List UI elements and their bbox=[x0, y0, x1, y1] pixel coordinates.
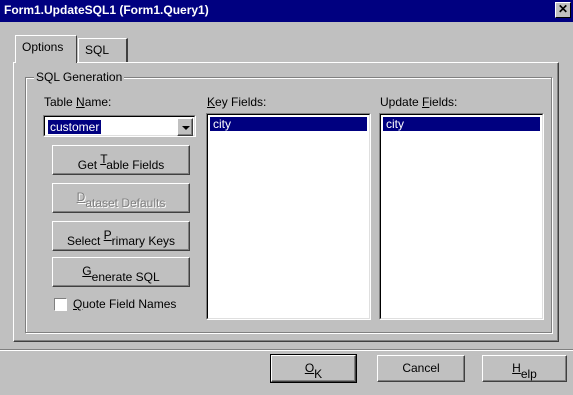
update-fields-label: Update Fields: bbox=[380, 95, 458, 109]
tab-options[interactable]: Options bbox=[15, 35, 77, 63]
help-button[interactable]: Help bbox=[482, 355, 567, 382]
window-title: Form1.UpdateSQL1 (Form1.Query1) bbox=[4, 3, 209, 17]
ok-button[interactable]: OK bbox=[270, 354, 357, 383]
close-icon[interactable]: ✕ bbox=[555, 2, 571, 18]
get-table-fields-button[interactable]: Get Table Fields bbox=[52, 145, 190, 175]
update-fields-list[interactable]: city bbox=[379, 113, 544, 320]
chevron-down-icon bbox=[182, 126, 190, 130]
generate-sql-button[interactable]: Generate SQL bbox=[52, 257, 190, 287]
dropdown-button[interactable] bbox=[177, 118, 193, 136]
list-item[interactable]: city bbox=[210, 117, 367, 131]
group-label: SQL Generation bbox=[34, 70, 125, 84]
quote-field-names-label: Quote Field Names bbox=[73, 297, 177, 311]
tab-options-label: Options bbox=[22, 40, 64, 54]
quote-field-names-checkbox[interactable] bbox=[54, 298, 67, 311]
tab-sql-label: SQL bbox=[85, 43, 110, 57]
dataset-defaults-button[interactable]: Dataset Defaults bbox=[52, 183, 190, 213]
table-name-combobox[interactable]: customer bbox=[43, 115, 196, 137]
table-name-label: Table Name: bbox=[44, 95, 112, 109]
footer-separator bbox=[0, 349, 573, 351]
table-name-value: customer bbox=[48, 120, 102, 134]
list-item[interactable]: city bbox=[383, 117, 540, 131]
key-fields-list[interactable]: city bbox=[206, 113, 371, 320]
select-primary-keys-button[interactable]: Select Primary Keys bbox=[52, 221, 190, 251]
title-bar: Form1.UpdateSQL1 (Form1.Query1) ✕ bbox=[0, 0, 573, 22]
key-fields-label: Key Fields: bbox=[207, 95, 267, 109]
cancel-button[interactable]: Cancel bbox=[377, 355, 465, 382]
tab-sql[interactable]: SQL bbox=[78, 38, 128, 62]
